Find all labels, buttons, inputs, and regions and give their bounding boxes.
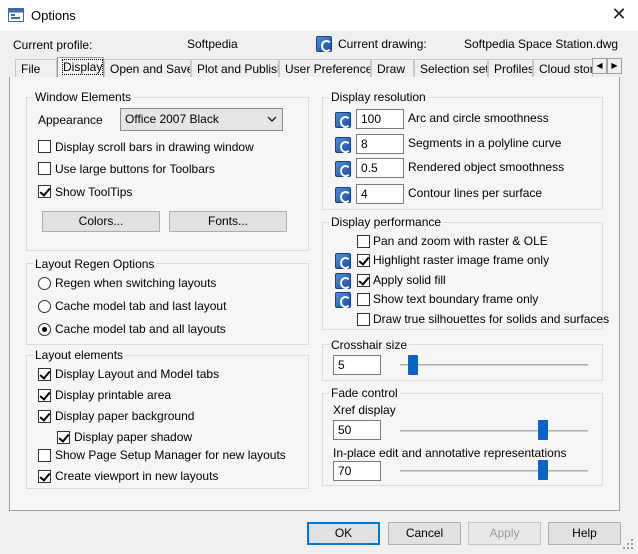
tab-draw[interactable]: Draw: [371, 59, 414, 78]
saved-in-drawing-icon: [335, 112, 351, 128]
appearance-select[interactable]: Office 2007 Black: [120, 108, 283, 131]
contour-lines-label: Contour lines per surface: [408, 186, 543, 200]
tab-cloud-storage[interactable]: Cloud stora: [533, 59, 593, 78]
tab-file[interactable]: File: [15, 59, 57, 78]
ok-button[interactable]: OK: [307, 522, 380, 545]
cache-last-layout-radio[interactable]: [38, 300, 51, 313]
cancel-button[interactable]: Cancel: [388, 522, 461, 545]
crosshair-size-input[interactable]: 5: [333, 355, 381, 375]
resize-grip-icon[interactable]: [622, 538, 634, 550]
inplace-edit-label: In-place edit and annotative representat…: [333, 446, 567, 460]
xref-slider-thumb[interactable]: [538, 420, 548, 440]
regen-switching-label: Regen when switching layouts: [55, 276, 217, 290]
app-icon: [8, 7, 24, 23]
text-boundary-frame-label: Show text boundary frame only: [373, 292, 539, 306]
pan-zoom-raster-checkbox[interactable]: [357, 235, 370, 248]
display-performance-title: Display performance: [329, 215, 444, 229]
large-buttons-label: Use large buttons for Toolbars: [55, 162, 215, 176]
printable-area-checkbox[interactable]: [38, 389, 51, 402]
current-profile-label: Current profile:: [13, 38, 93, 52]
fonts-button[interactable]: Fonts...: [169, 211, 287, 232]
highlight-raster-frame-label: Highlight raster image frame only: [373, 253, 550, 267]
rendered-smoothness-input[interactable]: 0.5: [356, 158, 404, 178]
layout-elements-title: Layout elements: [33, 348, 126, 362]
apply-solid-fill-checkbox[interactable]: [357, 274, 370, 287]
inplace-slider-thumb[interactable]: [538, 460, 548, 480]
arc-smoothness-input[interactable]: 100: [356, 109, 404, 129]
scroll-bars-label: Display scroll bars in drawing window: [55, 140, 254, 154]
help-button[interactable]: Help: [548, 522, 621, 545]
saved-in-drawing-icon: [335, 273, 351, 289]
current-drawing-value: Softpedia Space Station.dwg: [464, 37, 619, 51]
crosshair-size-title: Crosshair size: [329, 338, 410, 352]
show-tooltips-checkbox[interactable]: [38, 185, 51, 198]
chevron-down-icon: [267, 109, 277, 137]
current-drawing-label: Current drawing:: [338, 37, 427, 51]
apply-button[interactable]: Apply: [468, 522, 541, 545]
scroll-bars-checkbox[interactable]: [38, 140, 51, 153]
appearance-value: Office 2007 Black: [125, 112, 219, 126]
show-tooltips-label: Show ToolTips: [55, 185, 133, 199]
saved-in-drawing-icon: [335, 161, 351, 177]
true-silhouettes-label: Draw true silhouettes for solids and sur…: [373, 312, 610, 326]
saved-in-drawing-icon: [335, 292, 351, 308]
inplace-edit-input[interactable]: 70: [333, 461, 381, 481]
appearance-label: Appearance: [38, 113, 103, 127]
cache-all-layouts-radio[interactable]: [38, 323, 51, 336]
saved-in-drawing-icon: [335, 253, 351, 269]
highlight-raster-frame-checkbox[interactable]: [357, 254, 370, 267]
display-resolution-title: Display resolution: [329, 90, 428, 104]
create-viewport-label: Create viewport in new layouts: [55, 469, 219, 483]
title-bar: [0, 0, 638, 31]
paper-background-label: Display paper background: [55, 409, 195, 423]
tab-user-preferences[interactable]: User Preferences: [279, 59, 371, 78]
cache-all-layouts-label: Cache model tab and all layouts: [55, 322, 226, 336]
paper-shadow-label: Display paper shadow: [74, 430, 193, 444]
layout-regen-title: Layout Regen Options: [33, 257, 157, 271]
layout-model-tabs-checkbox[interactable]: [38, 368, 51, 381]
colors-button[interactable]: Colors...: [42, 211, 160, 232]
tab-scroll-left-icon[interactable]: ◀: [592, 58, 607, 74]
tab-scroll-right-icon[interactable]: ▶: [607, 58, 622, 74]
current-profile-value: Softpedia: [187, 37, 238, 51]
printable-area-label: Display printable area: [55, 388, 172, 402]
polyline-segments-input[interactable]: 8: [356, 134, 404, 154]
paper-shadow-checkbox[interactable]: [57, 431, 70, 444]
window-elements-title: Window Elements: [33, 90, 134, 104]
large-buttons-checkbox[interactable]: [38, 162, 51, 175]
xref-display-input[interactable]: 50: [333, 420, 381, 440]
layout-model-tabs-label: Display Layout and Model tabs: [55, 367, 220, 381]
saved-in-drawing-icon: [335, 187, 351, 203]
contour-lines-input[interactable]: 4: [356, 184, 404, 204]
tab-plot-and-publish[interactable]: Plot and Publish: [191, 59, 279, 78]
page-setup-manager-label: Show Page Setup Manager for new layouts: [55, 448, 286, 462]
true-silhouettes-checkbox[interactable]: [357, 313, 370, 326]
tab-selection-set[interactable]: Selection set: [414, 59, 488, 78]
xref-slider-track: [400, 430, 588, 432]
paper-background-checkbox[interactable]: [38, 410, 51, 423]
fade-control-title: Fade control: [329, 386, 400, 400]
window-title: Options: [31, 8, 76, 23]
saved-in-drawing-icon: [335, 137, 351, 153]
rendered-smoothness-label: Rendered object smoothness: [408, 160, 565, 174]
tab-display[interactable]: Display: [57, 57, 104, 78]
create-viewport-checkbox[interactable]: [38, 470, 51, 483]
xref-display-label: Xref display: [333, 403, 396, 417]
page-setup-manager-checkbox[interactable]: [38, 449, 51, 462]
tab-profiles[interactable]: Profiles: [488, 59, 533, 78]
arc-smoothness-label: Arc and circle smoothness: [408, 111, 549, 125]
text-boundary-frame-checkbox[interactable]: [357, 293, 370, 306]
close-icon[interactable]: ✕: [608, 3, 630, 25]
regen-switching-radio[interactable]: [38, 277, 51, 290]
inplace-slider-track: [400, 470, 588, 472]
crosshair-slider-track: [400, 364, 588, 366]
pan-zoom-raster-label: Pan and zoom with raster & OLE: [373, 234, 548, 248]
tab-open-and-save[interactable]: Open and Save: [104, 59, 191, 78]
cache-last-layout-label: Cache model tab and last layout: [55, 299, 227, 313]
apply-solid-fill-label: Apply solid fill: [373, 273, 446, 287]
crosshair-slider-thumb[interactable]: [408, 355, 418, 375]
polyline-segments-label: Segments in a polyline curve: [408, 136, 562, 150]
drawing-icon: [316, 36, 332, 52]
